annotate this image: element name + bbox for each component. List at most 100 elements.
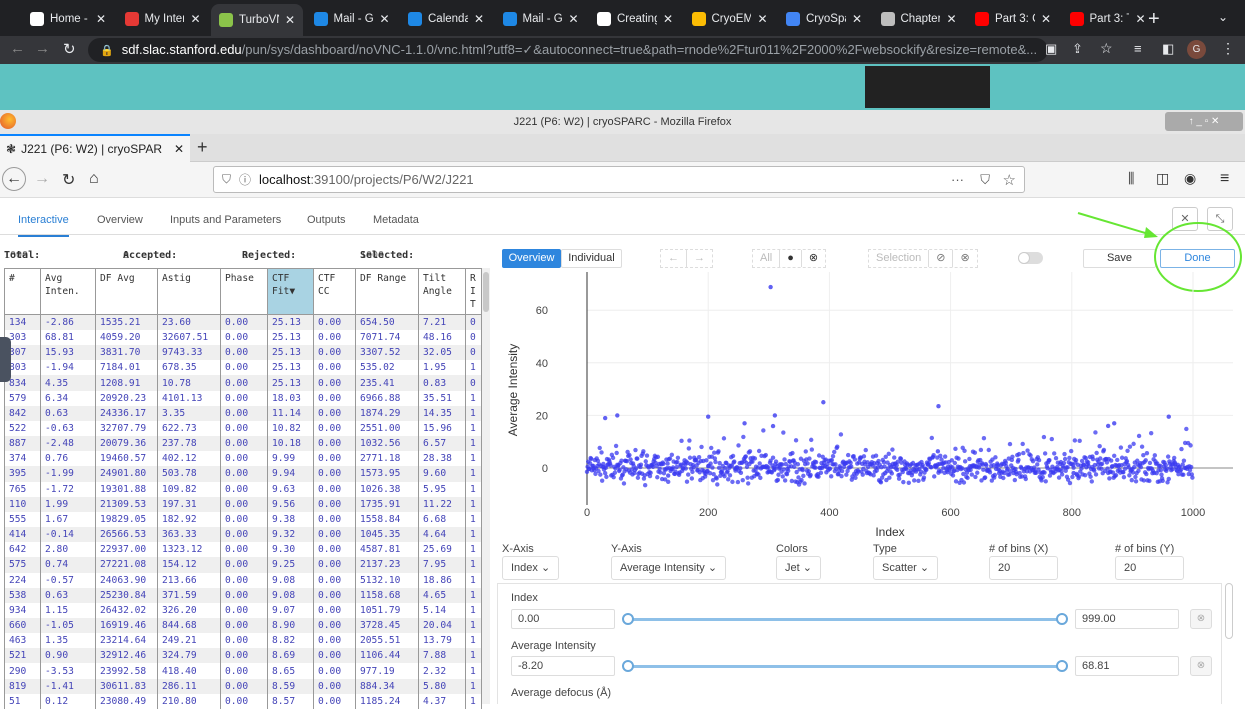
slider-max-handle[interactable] — [1056, 660, 1068, 672]
close-tab-icon[interactable]: ✕ — [474, 12, 484, 26]
home-icon[interactable]: ⌂ — [89, 170, 99, 188]
close-tab-icon[interactable]: ✕ — [663, 12, 673, 26]
table-row[interactable]: 414 -0.14 26566.53 363.33 0.00 9.32 0.00 1045.3… — [4, 527, 482, 543]
table-row[interactable]: 463 1.35 23214.64 249.21 0.00 8.82 0.00 2055.51… — [4, 633, 482, 649]
table-row[interactable]: 374 0.76 19460.57 402.12 0.00 9.99 0.00 2771.18… — [4, 451, 482, 467]
reload-icon[interactable]: ↻ — [63, 40, 76, 58]
new-tab-button[interactable]: + — [197, 137, 208, 158]
overview-button[interactable]: Overview — [502, 249, 561, 268]
x-axis-select[interactable]: Index ⌄ — [502, 556, 560, 580]
column-header[interactable]: Avg Inten. — [40, 268, 96, 315]
browser-tab[interactable]: Chapter ✕ — [873, 6, 965, 32]
scatter-plot[interactable]: 0 200 400 600 800 1000 0 20 40 60 Index Average Int… — [498, 270, 1238, 542]
sidebar-icon[interactable]: ◫ — [1156, 170, 1169, 187]
reject-selection-icon[interactable]: ⊗ — [953, 250, 976, 267]
table-row[interactable]: 307 15.93 3831.70 9743.33 0.00 25.13 0.00 3307.… — [4, 345, 482, 361]
column-header[interactable]: Astig — [157, 268, 221, 315]
browser-tab[interactable]: CryoEM ✕ — [684, 6, 776, 32]
close-tab-icon[interactable]: ✕ — [568, 12, 578, 26]
table-row[interactable]: 579 6.34 20920.23 4101.13 0.00 18.03 0.00 6966.… — [4, 390, 482, 406]
table-row[interactable]: 934 1.15 26432.02 326.20 0.00 9.07 0.00 1051.79… — [4, 602, 482, 618]
pocket-icon[interactable]: ⛉ — [980, 172, 990, 188]
table-row[interactable]: 303 68.81 4059.20 32607.51 0.00 25.13 0.00 7071… — [4, 330, 482, 346]
tab-metadata[interactable]: Metadata — [373, 214, 419, 226]
forward-icon[interactable]: → — [34, 170, 50, 188]
browser-tab[interactable]: Creating ✕ — [589, 6, 681, 32]
clear-filter-icon[interactable]: ⊗ — [1190, 609, 1212, 629]
table-row[interactable]: 834 4.35 1208.91 10.78 0.00 25.13 0.00 235.41 0.… — [4, 375, 482, 391]
back-icon[interactable]: ← — [10, 40, 25, 57]
avatar[interactable]: G — [1187, 40, 1206, 59]
table-row[interactable]: 521 0.90 32912.46 324.79 0.00 8.69 0.00 1106.44… — [4, 648, 482, 664]
browser-tab[interactable]: Mail - G ✕ — [306, 6, 398, 32]
bookmark-star-icon[interactable]: ☆ — [1003, 171, 1016, 189]
close-tab-icon[interactable]: ✕ — [946, 12, 956, 26]
close-tab-icon[interactable]: ✕ — [190, 12, 200, 26]
column-header[interactable]: DF Avg — [95, 268, 158, 315]
table-row[interactable]: 660 -1.05 16919.46 844.68 0.00 8.90 0.00 3728.4… — [4, 617, 482, 634]
table-row[interactable]: 887 -2.48 20079.36 237.78 0.00 10.18 0.00 1032.… — [4, 436, 482, 452]
table-row[interactable]: 575 0.74 27221.08 154.12 0.00 9.25 0.00 2137.23… — [4, 557, 482, 573]
accept-selection-icon[interactable]: ⊘ — [929, 250, 954, 267]
bins-x-input[interactable]: 20 — [989, 556, 1058, 580]
table-scrollbar[interactable] — [482, 268, 490, 704]
close-tab-icon[interactable]: ✕ — [379, 12, 389, 26]
forward-icon[interactable]: → — [35, 40, 50, 57]
column-header[interactable]: CTF Fit▼ — [267, 268, 314, 315]
table-row[interactable]: 290 -3.53 23992.58 418.40 0.00 8.65 0.00 977.19… — [4, 663, 482, 679]
table-row[interactable]: 642 2.80 22937.00 1323.12 0.00 9.30 0.00 4587.8… — [4, 542, 482, 558]
close-tab-icon[interactable]: ✕ — [1041, 12, 1051, 26]
new-tab-button[interactable]: + — [1148, 8, 1160, 31]
firefox-address-bar[interactable]: ⛉ ⓘ localhost:39100/projects/P6/W2/J221 … — [213, 166, 1025, 193]
browser-tab[interactable]: TurboVNC ✕ — [211, 4, 303, 36]
close-tab-icon[interactable]: ✕ — [852, 12, 862, 26]
type-select[interactable]: Scatter ⌄ — [873, 556, 939, 580]
table-row[interactable]: 765 -1.72 19301.88 109.82 0.00 9.63 0.00 1026.3… — [4, 481, 482, 497]
prev-button[interactable]: ← — [661, 250, 687, 267]
slider-min-handle[interactable] — [622, 613, 634, 625]
close-tab-icon[interactable]: ✕ — [96, 12, 106, 26]
tab-inputs-and-parameters[interactable]: Inputs and Parameters — [170, 214, 281, 226]
media-icon[interactable]: ≡ — [1134, 41, 1142, 56]
side-panel-handle[interactable] — [0, 337, 11, 382]
slider-max-handle[interactable] — [1056, 613, 1068, 625]
index-range-slider[interactable] — [622, 613, 1068, 625]
next-button[interactable]: → — [687, 250, 712, 267]
share-icon[interactable]: ⇪ — [1072, 41, 1083, 57]
accept-all-icon[interactable]: ● — [780, 250, 802, 267]
toggle-switch[interactable] — [1018, 252, 1043, 264]
reload-icon[interactable]: ↻ — [62, 170, 75, 190]
close-tab-icon[interactable]: ✕ — [757, 12, 767, 26]
filter-scrollbar[interactable] — [1225, 583, 1233, 639]
bins-y-input[interactable]: 20 — [1115, 556, 1184, 580]
menu-icon[interactable]: ≡ — [1220, 170, 1229, 188]
column-header[interactable]: R I T — [465, 268, 482, 315]
column-header[interactable]: DF Range — [355, 268, 419, 315]
star-icon[interactable]: ☆ — [1100, 40, 1113, 57]
intensity-min-input[interactable]: -8.20 — [511, 656, 615, 676]
browser-tab[interactable]: Home - ✕ — [22, 6, 114, 32]
browser-tab[interactable]: Mail - G ✕ — [495, 6, 587, 32]
close-tab-icon[interactable]: ✕ — [174, 142, 184, 156]
firefox-tab[interactable]: ❃ J221 (P6: W2) | cryoSPAR ✕ — [0, 134, 190, 162]
back-icon[interactable]: ← — [2, 167, 26, 191]
browser-tab[interactable]: Part 3: T ✕ — [1062, 6, 1154, 32]
table-row[interactable]: 134 -2.86 1535.21 23.60 0.00 25.13 0.00 654.50 7… — [4, 314, 482, 330]
table-row[interactable]: 819 -1.41 30611.83 286.11 0.00 8.59 0.00 884.34… — [4, 678, 482, 694]
close-tab-icon[interactable]: ✕ — [285, 13, 295, 27]
menu-icon[interactable]: ⋮ — [1221, 40, 1235, 57]
column-header[interactable]: Tilt Angle — [418, 268, 466, 315]
table-row[interactable]: 395 -1.99 24901.80 503.78 0.00 9.94 0.00 1573.9… — [4, 466, 482, 482]
table-row[interactable]: 803 -1.94 7184.01 678.35 0.00 25.13 0.00 535.02… — [4, 360, 482, 376]
index-max-input[interactable]: 999.00 — [1075, 609, 1179, 629]
browser-tab[interactable]: Calenda ✕ — [400, 6, 492, 32]
all-button[interactable]: All — [753, 250, 781, 267]
table-row[interactable]: 110 1.99 21309.53 197.31 0.00 9.56 0.00 1735.91… — [4, 496, 482, 512]
table-row[interactable]: 842 0.63 24336.17 3.35 0.00 11.14 0.00 1874.29 1… — [4, 405, 482, 421]
browser-tab[interactable]: CryoSpa ✕ — [778, 6, 870, 32]
table-row[interactable]: 538 0.63 25230.84 371.59 0.00 9.08 0.00 1158.68… — [4, 587, 482, 603]
table-row[interactable]: 555 1.67 19829.05 182.92 0.00 9.38 0.00 1558.84… — [4, 511, 482, 528]
colors-select[interactable]: Jet ⌄ — [776, 556, 821, 580]
browser-tab[interactable]: Part 3: C ✕ — [967, 6, 1059, 32]
library-icon[interactable]: ⫼ — [1128, 170, 1134, 187]
